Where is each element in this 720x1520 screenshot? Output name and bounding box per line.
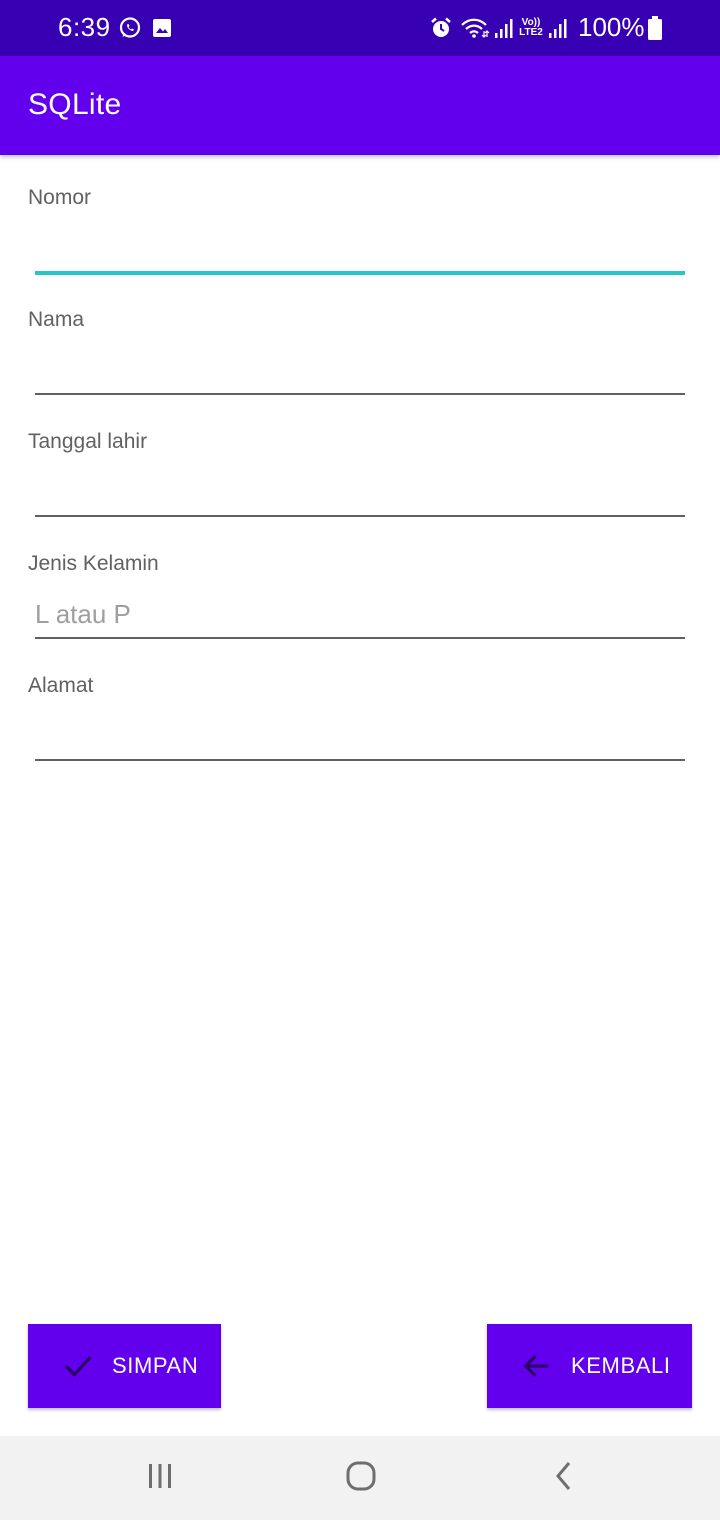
back-button-label: KEMBALI bbox=[571, 1353, 671, 1378]
field-label: Nama bbox=[28, 308, 85, 331]
field-jenis-kelamin: Jenis Kelamin bbox=[0, 552, 720, 674]
nav-back-button[interactable] bbox=[542, 1456, 586, 1500]
input-underline-focused bbox=[35, 271, 685, 275]
app-bar: SQLite bbox=[0, 56, 720, 155]
volte-icon: Vo)) LTE2 bbox=[516, 15, 546, 41]
check-icon bbox=[58, 1346, 98, 1386]
whatsapp-icon bbox=[117, 15, 143, 41]
back-icon bbox=[551, 1460, 577, 1497]
home-icon bbox=[345, 1460, 377, 1497]
input-underline bbox=[35, 515, 685, 517]
field-tanggal-lahir: Tanggal lahir bbox=[0, 430, 720, 552]
field-label: Tanggal lahir bbox=[28, 430, 148, 453]
field-label: Alamat bbox=[28, 674, 94, 697]
status-bar: 6:39 Vo)) LTE2 100% bbox=[0, 0, 720, 56]
alamat-input[interactable] bbox=[35, 712, 685, 760]
input-underline bbox=[35, 393, 685, 395]
recent-apps-button[interactable] bbox=[138, 1456, 182, 1500]
save-button[interactable]: SIMPAN bbox=[28, 1324, 221, 1408]
field-nomor: Nomor bbox=[0, 186, 720, 308]
back-button[interactable]: KEMBALI bbox=[487, 1324, 692, 1408]
field-label: Jenis Kelamin bbox=[28, 552, 159, 575]
field-nama: Nama bbox=[0, 308, 720, 430]
field-alamat: Alamat bbox=[0, 674, 720, 796]
save-button-label: SIMPAN bbox=[112, 1353, 199, 1378]
recent-apps-icon bbox=[144, 1462, 176, 1495]
volte-label-bottom: LTE2 bbox=[519, 27, 543, 38]
battery-icon bbox=[648, 15, 662, 41]
nama-input[interactable] bbox=[35, 346, 685, 394]
system-nav-bar bbox=[0, 1436, 720, 1520]
status-time: 6:39 bbox=[58, 12, 111, 42]
alarm-icon bbox=[428, 15, 454, 41]
gallery-icon bbox=[151, 15, 173, 41]
input-underline bbox=[35, 759, 685, 761]
signal-icon bbox=[494, 15, 514, 41]
battery-percent: 100% bbox=[578, 12, 645, 42]
input-underline bbox=[35, 637, 685, 639]
wifi-icon bbox=[460, 15, 490, 41]
jenis-kelamin-input[interactable] bbox=[35, 590, 685, 638]
home-button[interactable] bbox=[339, 1456, 383, 1500]
arrow-left-icon bbox=[517, 1346, 557, 1386]
tanggal-lahir-input[interactable] bbox=[35, 468, 685, 516]
nomor-input[interactable] bbox=[35, 224, 685, 272]
field-label: Nomor bbox=[28, 186, 92, 209]
signal-icon bbox=[548, 15, 568, 41]
app-title: SQLite bbox=[28, 88, 122, 121]
